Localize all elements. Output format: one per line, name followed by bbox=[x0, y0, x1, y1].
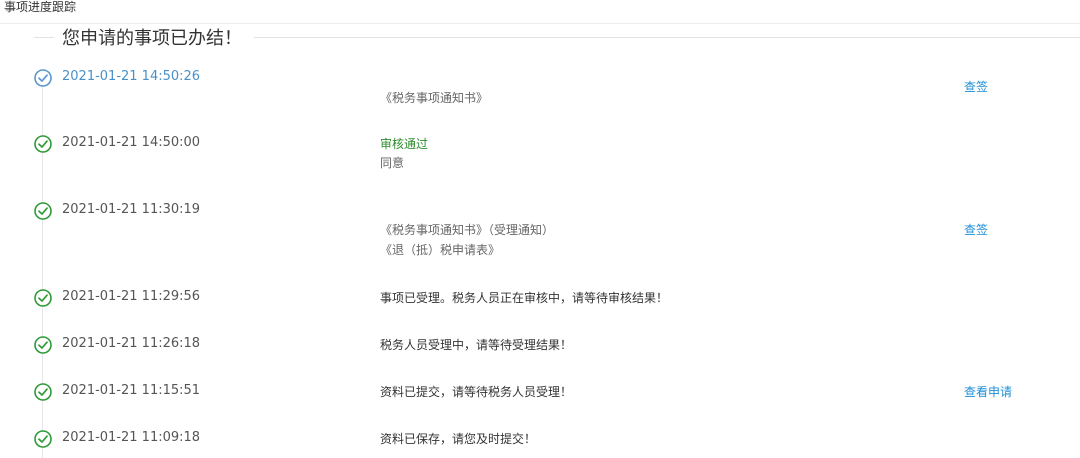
check-circle-blue-icon bbox=[34, 69, 52, 87]
timeline-timestamp: 2021-01-21 11:15:51 bbox=[62, 383, 201, 398]
view-sign-button[interactable]: 查签 bbox=[964, 79, 988, 95]
check-circle-green-icon bbox=[34, 202, 52, 220]
check-circle-green-icon bbox=[34, 135, 52, 153]
timeline-timestamp: 2021-01-21 11:29:56 bbox=[62, 289, 201, 304]
status-message: 事项已受理。税务人员正在审核中，请等待审核结果！ bbox=[380, 291, 669, 305]
timeline-timestamp: 2021-01-21 14:50:26 bbox=[62, 69, 201, 84]
review-status: 审核通过 bbox=[380, 137, 429, 151]
check-circle-green-icon bbox=[34, 383, 52, 401]
banner-divider-left bbox=[34, 37, 54, 38]
refund-application-link[interactable]: 《退（抵）税申请表》 bbox=[380, 242, 500, 258]
review-comment: 同意 bbox=[380, 156, 405, 170]
check-circle-green-icon bbox=[34, 430, 52, 448]
check-circle-green-icon bbox=[34, 336, 52, 354]
status-message: 资料已保存，请您及时提交！ bbox=[380, 432, 537, 446]
banner-divider-right bbox=[254, 37, 1080, 38]
status-message: 资料已提交，请等待税务人员受理！ bbox=[380, 385, 573, 399]
notice-document-link[interactable]: 《税务事项通知书》 bbox=[380, 90, 488, 106]
page-header: 事项进度跟踪 bbox=[0, 0, 1080, 24]
status-message: 税务人员受理中，请等待受理结果！ bbox=[380, 338, 573, 352]
timeline-timestamp: 2021-01-21 14:50:00 bbox=[62, 135, 201, 150]
view-sign-button[interactable]: 查签 bbox=[964, 222, 988, 238]
view-application-button[interactable]: 查看申请 bbox=[964, 384, 1012, 400]
acceptance-notice-link[interactable]: 《税务事项通知书》（受理通知） bbox=[380, 222, 554, 238]
timeline-timestamp: 2021-01-21 11:30:19 bbox=[62, 202, 201, 217]
check-circle-green-icon bbox=[34, 289, 52, 307]
page-title: 事项进度跟踪 bbox=[4, 0, 77, 14]
timeline-timestamp: 2021-01-21 11:09:18 bbox=[62, 430, 201, 445]
completion-banner-title: 您申请的事项已办结！ bbox=[62, 28, 242, 49]
timeline-timestamp: 2021-01-21 11:26:18 bbox=[62, 336, 201, 351]
